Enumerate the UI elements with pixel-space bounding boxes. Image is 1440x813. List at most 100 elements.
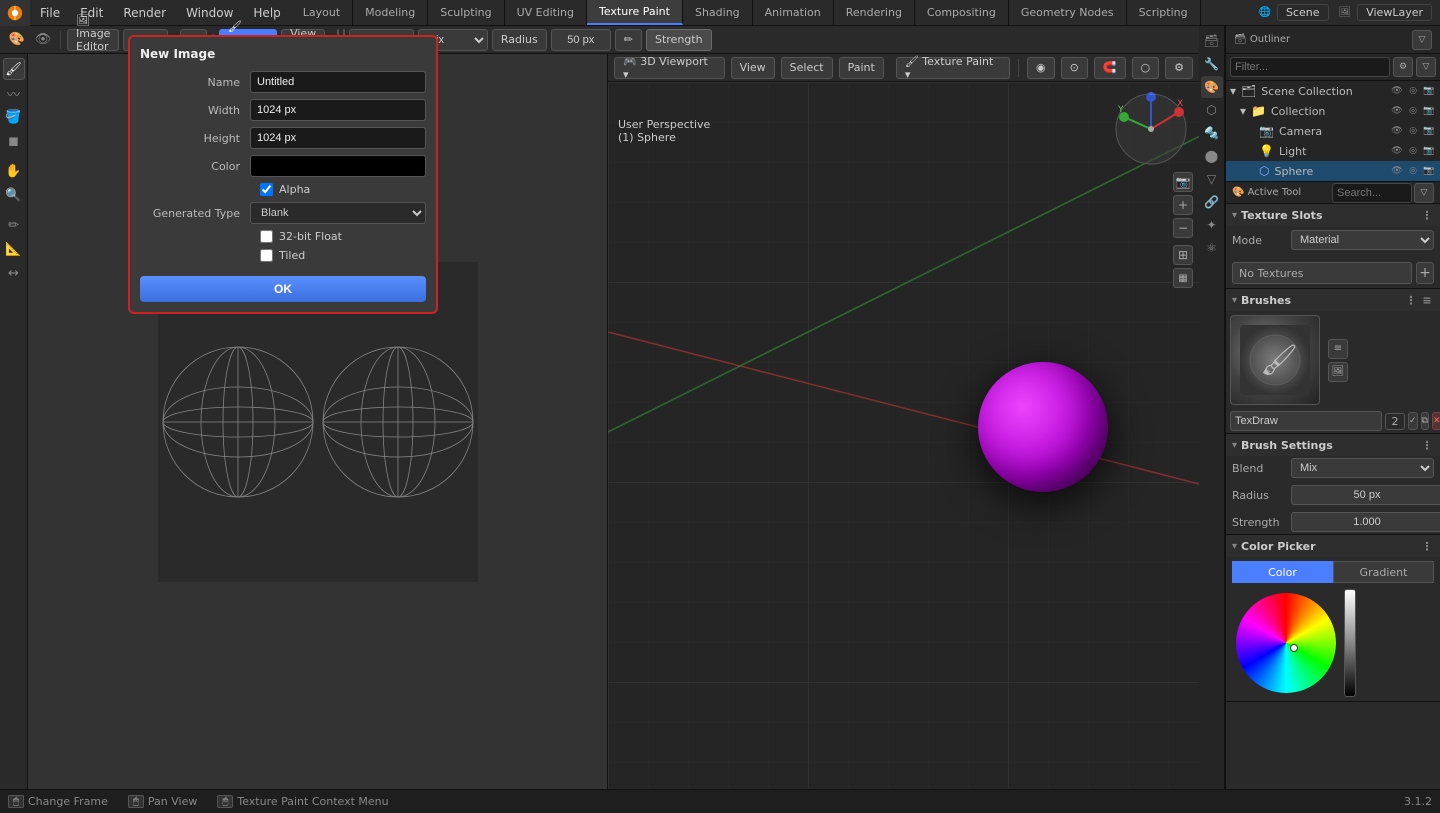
ws-layout[interactable]: Layout [291,0,353,25]
brushes-list-btn[interactable]: ≡ [1420,293,1434,307]
color-swatch-dialog[interactable] [250,155,426,177]
width-input[interactable] [250,99,426,121]
mask-tool[interactable]: ◼ [3,130,25,152]
brush-preview-img[interactable]: 🖌 [1230,315,1320,405]
outliner-collection[interactable]: ▾ 📁 Collection 👁 ◎ 📷 [1226,101,1440,121]
cam-eye-btn[interactable]: 👁 [1390,124,1404,138]
float32-checkbox[interactable] [260,230,273,243]
smear-tool[interactable]: 〰 [3,82,25,104]
radius-settings-input[interactable] [1291,485,1440,505]
data-icon[interactable]: ▽ [1201,168,1223,190]
constraint-icon[interactable]: 🔗 [1201,191,1223,213]
brush-settings-header[interactable]: ▾ Brush Settings ⋮ [1226,434,1440,456]
outliner-camera[interactable]: 📷 Camera 👁 ◎ 📷 [1226,121,1440,141]
material-icon[interactable]: ⬤ [1201,145,1223,167]
radius-edit-btn[interactable]: ✏ [615,29,642,51]
ws-uv-editing[interactable]: UV Editing [505,0,587,25]
strength-btn[interactable]: Strength [646,29,712,51]
view-btn[interactable]: 👁 [32,29,54,51]
color-wheel[interactable] [1236,593,1336,693]
annotate-line-tool[interactable]: 📐 [3,238,25,260]
props-search-input[interactable] [1332,183,1412,203]
ws-geometry-nodes[interactable]: Geometry Nodes [1009,0,1127,25]
camera-btn[interactable]: 📷 [1173,172,1193,192]
zoom-in-btn[interactable]: + [1173,195,1193,215]
tool-icon[interactable]: 🔧 [1201,53,1223,75]
outliner-scene-collection[interactable]: ▾ 🗂 Scene Collection 👁 ◎ 📷 [1226,81,1440,101]
hand-tool[interactable]: ✋ [3,160,25,182]
color-wheel-selector[interactable] [1290,644,1298,652]
bs-expand-btn[interactable]: ⋮ [1420,438,1434,452]
ws-shading[interactable]: Shading [683,0,753,25]
outliner-sphere[interactable]: ⬡ Sphere 👁 ◎ 📷 [1226,161,1440,181]
cam-cursor-btn[interactable]: ◎ [1406,124,1420,138]
brushes-expand-btn[interactable]: ⋮ [1404,293,1418,307]
ws-animation[interactable]: Animation [753,0,834,25]
brush-list-toggle-btn[interactable]: ≡ [1328,339,1348,359]
sphere-render-btn[interactable]: 📷 [1422,164,1436,178]
blender-logo[interactable] [0,0,30,26]
cam-render-btn[interactable]: 📷 [1422,124,1436,138]
brush-img-toggle-btn[interactable]: 🖼 [1328,362,1348,382]
light-eye-btn[interactable]: 👁 [1390,144,1404,158]
viewport-shading-btn[interactable]: ◉ [1027,57,1055,79]
viewport-options-btn[interactable]: ⚙ [1165,57,1193,79]
particles-icon[interactable]: ✦ [1201,214,1223,236]
blend-select-settings[interactable]: MixAddMultiply [1291,458,1434,478]
ws-sculpting[interactable]: Sculpting [428,0,504,25]
zoom-out-btn[interactable]: − [1173,218,1193,238]
scene-label[interactable]: Scene [1277,4,1329,21]
color-tab-gradient[interactable]: Gradient [1333,561,1434,583]
modifier-icon[interactable]: 🔩 [1201,122,1223,144]
grid-toggle-btn[interactable]: ▦ [1173,268,1193,288]
strength-settings-input[interactable] [1291,512,1440,532]
ws-rendering[interactable]: Rendering [834,0,915,25]
ts-expand-btn[interactable]: ⋮ [1420,208,1434,222]
col-eye-btn[interactable]: 👁 [1390,104,1404,118]
zoom-tool[interactable]: 🔍 [3,184,25,206]
height-input[interactable] [250,127,426,149]
image-editor-header-btn[interactable]: 🖼 Image Editor ▾ [67,29,119,51]
viewport-paint-menu[interactable]: Paint [839,57,884,79]
sphere-eye-btn[interactable]: 👁 [1390,164,1404,178]
brushes-header[interactable]: ▾ Brushes ⋮ ≡ [1226,289,1440,311]
ok-button[interactable]: OK [140,276,426,302]
sc-render-btn[interactable]: 📷 [1422,84,1436,98]
col-render-btn[interactable]: 📷 [1422,104,1436,118]
viewport-snapping-btn[interactable]: 🧲 [1094,57,1126,79]
3d-viewport[interactable]: 🎮 3D Viewport ▾ View Select Paint 🖌 Text… [608,54,1199,789]
viewport-view-menu[interactable]: View [731,57,775,79]
props-filter-btn[interactable]: ▽ [1414,183,1434,203]
sc-eye-btn[interactable]: 👁 [1390,84,1404,98]
gen-type-select[interactable]: Blank UV Grid Color Grid [250,202,426,224]
texture-slots-header[interactable]: ▾ Texture Slots ⋮ [1226,204,1440,226]
light-render-btn[interactable]: 📷 [1422,144,1436,158]
ws-scripting[interactable]: Scripting [1127,0,1201,25]
physics-icon[interactable]: ⚛ [1201,237,1223,259]
color-tab-color[interactable]: Color [1232,561,1333,583]
sc-cursor-btn[interactable]: ◎ [1406,84,1420,98]
frame-btn[interactable]: ⊞ [1173,245,1193,265]
outliner-icon[interactable]: 🗃 [1201,30,1223,52]
menu-file[interactable]: File [30,0,70,25]
brush-name-input[interactable] [1230,411,1382,431]
fill-tool[interactable]: 🪣 [3,106,25,128]
viewport-overlay-btn[interactable]: ⊙ [1061,57,1088,79]
alpha-checkbox[interactable] [260,183,273,196]
viewport-proportional-btn[interactable]: ○ [1132,57,1160,79]
viewport-editor-type[interactable]: 🎮 3D Viewport ▾ [614,57,725,79]
menu-render[interactable]: Render [113,0,176,25]
brush-delete-btn[interactable]: ✕ [1432,412,1440,430]
radius-input[interactable] [551,29,611,51]
annotate-tool[interactable]: ✏ [3,214,25,236]
cp-expand-btn[interactable]: ⋮ [1420,539,1434,553]
outliner-filter-btn[interactable]: ▽ [1412,30,1432,50]
light-cursor-btn[interactable]: ◎ [1406,144,1420,158]
view-layer-label[interactable]: ViewLayer [1357,4,1432,21]
paint-icon-active[interactable]: 🎨 [1201,76,1223,98]
color-picker-header[interactable]: ▾ Color Picker ⋮ [1226,535,1440,557]
brush-copy-btn[interactable]: ⧉ [1421,412,1429,430]
viewport-select-menu[interactable]: Select [781,57,833,79]
object-icon[interactable]: ⬡ [1201,99,1223,121]
col-cursor-btn[interactable]: ◎ [1406,104,1420,118]
